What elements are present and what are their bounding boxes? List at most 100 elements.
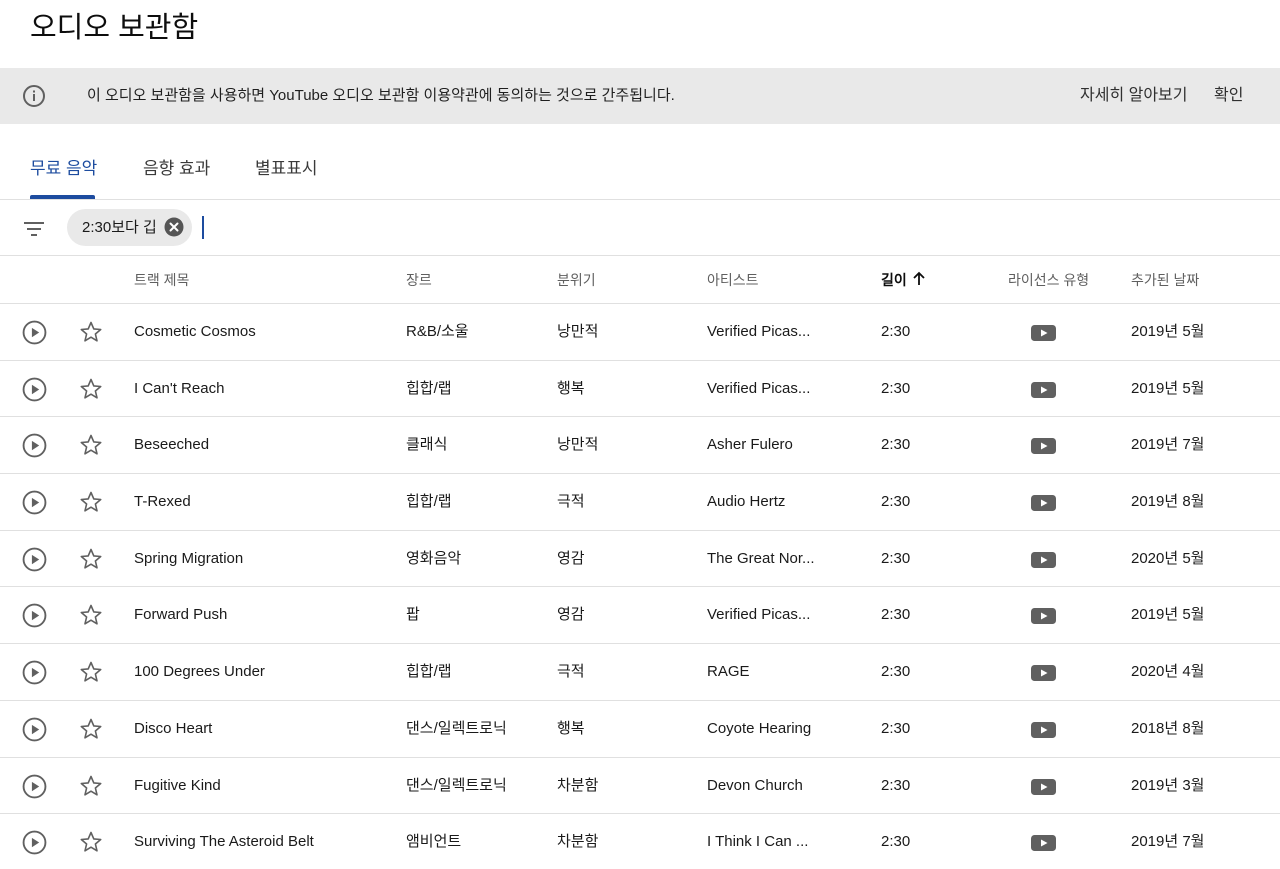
star-icon[interactable]	[79, 660, 103, 684]
column-header-added[interactable]: 추가된 날짜	[1131, 271, 1199, 289]
track-added-date: 2020년 4월	[1131, 663, 1205, 681]
table-row[interactable]: T-Rexed 힙합/랩 극적 Audio Hertz 2:30 2019년 8월	[0, 474, 1280, 531]
track-title[interactable]: Disco Heart	[134, 719, 212, 739]
track-length: 2:30	[881, 493, 911, 511]
youtube-icon	[1031, 608, 1056, 625]
column-header-genre[interactable]: 장르	[406, 271, 432, 289]
column-header-title[interactable]: 트랙 제목	[134, 271, 189, 289]
star-icon[interactable]	[79, 377, 103, 401]
youtube-icon	[1031, 495, 1056, 512]
track-artist: RAGE	[707, 663, 750, 681]
table-row[interactable]: Disco Heart 댄스/일렉트로닉 행복 Coyote Hearing 2:30 2…	[0, 701, 1280, 758]
track-mood: 차분함	[557, 776, 599, 794]
track-title[interactable]: 100 Degrees Under	[134, 662, 265, 682]
track-added-date: 2019년 7월	[1131, 833, 1205, 851]
table-row[interactable]: Spring Migration 영화음악 영감 The Great Nor... 2:…	[0, 531, 1280, 588]
track-added-date: 2019년 5월	[1131, 323, 1205, 340]
track-mood: 영감	[557, 606, 585, 624]
star-icon[interactable]	[79, 603, 103, 627]
column-header-artist[interactable]: 아티스트	[707, 271, 759, 289]
track-mood: 낭만적	[557, 323, 599, 340]
track-mood: 행복	[557, 379, 585, 397]
play-icon[interactable]	[22, 433, 47, 458]
track-added-date: 2019년 5월	[1131, 606, 1205, 624]
track-genre: 앰비언트	[406, 833, 462, 851]
track-title[interactable]: Beseeched	[134, 435, 209, 455]
learn-more-link[interactable]: 자세히 알아보기	[1080, 85, 1188, 107]
track-artist: Verified Picas...	[707, 606, 811, 624]
track-artist: I Think I Can ...	[707, 833, 809, 851]
track-genre: 힙합/랩	[406, 493, 452, 511]
youtube-icon	[1031, 835, 1056, 852]
tab-free-music[interactable]: 무료 음악	[30, 158, 97, 180]
track-length: 2:30	[881, 663, 911, 681]
track-added-date: 2019년 3월	[1131, 776, 1205, 794]
youtube-icon	[1031, 721, 1056, 738]
close-circle-icon[interactable]	[164, 217, 184, 237]
tab-starred[interactable]: 별표표시	[255, 158, 318, 180]
track-mood: 극적	[557, 663, 585, 681]
track-length: 2:30	[881, 549, 911, 567]
arrow-up-icon[interactable]	[911, 271, 927, 287]
star-icon[interactable]	[79, 490, 103, 514]
play-icon[interactable]	[22, 774, 47, 799]
terms-banner: 이 오디오 보관함을 사용하면 YouTube 오디오 보관함 이용약관에 동의…	[0, 68, 1280, 124]
star-icon[interactable]	[79, 547, 103, 571]
track-added-date: 2019년 8월	[1131, 493, 1205, 511]
track-mood: 극적	[557, 493, 585, 511]
track-title[interactable]: Fugitive Kind	[134, 776, 221, 796]
track-artist: Asher Fulero	[707, 436, 793, 454]
track-title[interactable]: Spring Migration	[134, 549, 243, 569]
table-row[interactable]: I Can't Reach 힙합/랩 행복 Verified Picas... 2:30…	[0, 361, 1280, 418]
play-icon[interactable]	[22, 490, 47, 515]
track-added-date: 2020년 5월	[1131, 549, 1205, 567]
track-title[interactable]: Forward Push	[134, 605, 227, 625]
table-row[interactable]: Cosmetic Cosmos R&B/소울 낭만적 Verified Picas..…	[0, 304, 1280, 361]
filter-chip[interactable]: 2:30보다 깁	[67, 209, 192, 246]
confirm-button[interactable]: 확인	[1214, 85, 1243, 107]
track-genre: 댄스/일렉트로닉	[406, 719, 507, 737]
play-icon[interactable]	[22, 717, 47, 742]
track-artist: Devon Church	[707, 776, 803, 794]
play-icon[interactable]	[22, 377, 47, 402]
track-mood: 차분함	[557, 833, 599, 851]
play-icon[interactable]	[22, 320, 47, 345]
youtube-icon	[1031, 438, 1056, 455]
star-icon[interactable]	[79, 830, 103, 854]
track-length: 2:30	[881, 436, 911, 454]
track-title[interactable]: Surviving The Asteroid Belt	[134, 832, 314, 852]
track-title[interactable]: Cosmetic Cosmos	[134, 322, 256, 342]
table-header: 트랙 제목 장르 분위기 아티스트 길이 라이선스 유형 추가된 날짜	[0, 256, 1280, 304]
filter-input-caret[interactable]	[202, 216, 204, 239]
table-row[interactable]: Fugitive Kind 댄스/일렉트로닉 차분함 Devon Church 2:30…	[0, 758, 1280, 815]
star-icon[interactable]	[79, 433, 103, 457]
youtube-icon	[1031, 381, 1056, 398]
play-icon[interactable]	[22, 547, 47, 572]
info-icon	[23, 85, 45, 107]
column-header-mood[interactable]: 분위기	[557, 271, 596, 289]
banner-message: 이 오디오 보관함을 사용하면 YouTube 오디오 보관함 이용약관에 동의…	[87, 87, 675, 104]
play-icon[interactable]	[22, 603, 47, 628]
tab-bar: 무료 음악 음향 효과 별표표시	[0, 124, 1280, 200]
track-mood: 영감	[557, 549, 585, 567]
track-artist: The Great Nor...	[707, 549, 815, 567]
table-row[interactable]: Beseeched 클래식 낭만적 Asher Fulero 2:30 2019년 7월	[0, 417, 1280, 475]
table-row[interactable]: Surviving The Asteroid Belt 앰비언트 차분함 I Thin…	[0, 814, 1280, 869]
star-icon[interactable]	[79, 320, 103, 344]
track-title[interactable]: I Can't Reach	[134, 379, 224, 399]
play-icon[interactable]	[22, 830, 47, 855]
play-icon[interactable]	[22, 660, 47, 685]
tab-sound-effects[interactable]: 음향 효과	[143, 158, 210, 180]
track-genre: 클래식	[406, 436, 448, 454]
star-icon[interactable]	[79, 717, 103, 741]
track-title[interactable]: T-Rexed	[134, 492, 191, 512]
track-mood: 낭만적	[557, 436, 599, 454]
track-length: 2:30	[881, 606, 911, 624]
star-icon[interactable]	[79, 774, 103, 798]
table-row[interactable]: 100 Degrees Under 힙합/랩 극적 RAGE 2:30 2020년 4월	[0, 644, 1280, 701]
filter-icon[interactable]	[22, 217, 46, 241]
column-header-license[interactable]: 라이선스 유형	[1008, 271, 1089, 289]
track-added-date: 2018년 8월	[1131, 719, 1205, 737]
table-row[interactable]: Forward Push 팝 영감 Verified Picas... 2:30 2019…	[0, 587, 1280, 645]
column-header-length[interactable]: 길이	[881, 271, 907, 289]
